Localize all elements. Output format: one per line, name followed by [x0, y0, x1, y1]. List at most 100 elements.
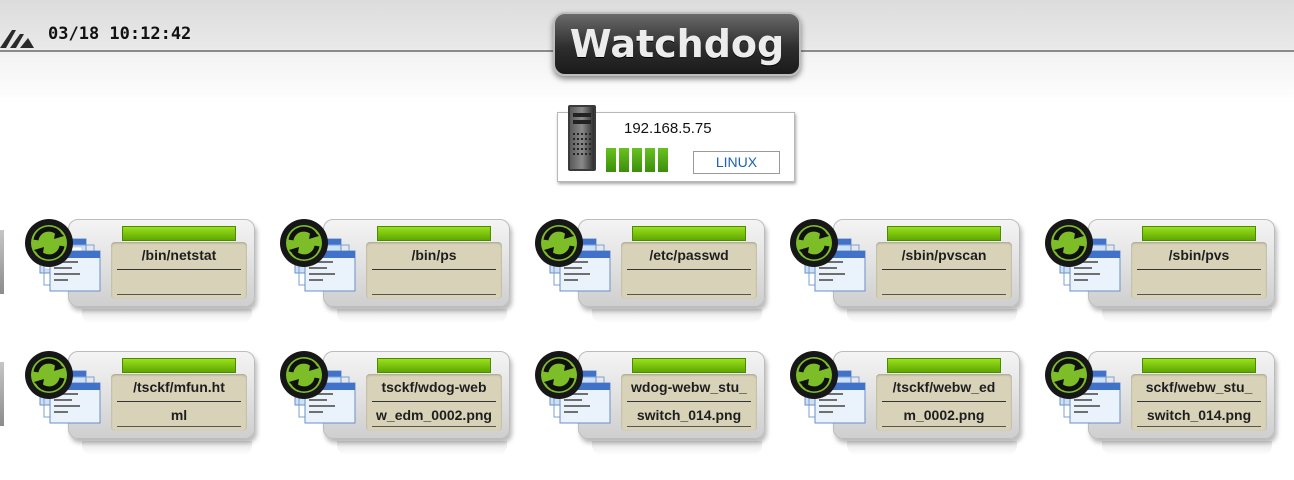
- card-shadow: [592, 309, 762, 323]
- label-divider: [117, 401, 241, 402]
- monitor-card[interactable]: /sbin/pvs: [1042, 217, 1278, 329]
- host-os-label: LINUX: [693, 151, 780, 174]
- label-underline: [627, 426, 751, 427]
- monitor-path-line1: /sbin/pvscan: [901, 247, 987, 263]
- corner-logo-icon: [0, 30, 34, 48]
- label-plate: /bin/netstat: [111, 242, 247, 299]
- card-shadow: [1102, 309, 1272, 323]
- signal-bar: [606, 148, 616, 172]
- row-edge-marker: [0, 230, 4, 294]
- label-plate: /tsckf/mfun.ht ml: [111, 374, 247, 431]
- label-plate: /sbin/pvs: [1131, 242, 1267, 299]
- monitor-path-line2: w_edm_0002.png: [376, 407, 492, 423]
- brand-logo: Watchdog: [553, 12, 801, 76]
- monitor-card[interactable]: /bin/ps: [277, 217, 513, 329]
- signal-bar: [632, 148, 642, 172]
- label-underline: [372, 426, 496, 427]
- card-shadow: [592, 441, 762, 455]
- status-bar: [632, 358, 746, 373]
- label-divider: [117, 269, 241, 270]
- signal-bar: [658, 148, 668, 172]
- status-bar: [122, 358, 236, 373]
- host-ip-address: 192.168.5.75: [624, 120, 712, 137]
- monitor-path-line1: sckf/webw_stu_: [1145, 379, 1253, 395]
- label-plate: tsckf/wdog-web w_edm_0002.png: [366, 374, 502, 431]
- card-shadow: [1102, 441, 1272, 455]
- label-underline: [882, 426, 1006, 427]
- refresh-window-icon: [1045, 351, 1121, 424]
- refresh-window-icon: [25, 351, 101, 424]
- host-signal-bars: [606, 148, 672, 172]
- refresh-window-icon: [280, 351, 356, 424]
- label-divider: [882, 269, 1006, 270]
- monitor-path-line2: ml: [170, 407, 188, 423]
- datetime-display: 03/18 10:12:42: [48, 24, 192, 44]
- monitor-path-line1: tsckf/wdog-web: [381, 379, 487, 395]
- label-plate: sckf/webw_stu_ switch_014.png: [1131, 374, 1267, 431]
- monitor-card[interactable]: /tsckf/webw_ed m_0002.png: [787, 349, 1023, 461]
- label-underline: [1137, 294, 1261, 295]
- monitor-card[interactable]: /bin/netstat: [22, 217, 258, 329]
- label-divider: [372, 269, 496, 270]
- status-bar: [377, 226, 491, 241]
- label-divider: [627, 401, 751, 402]
- label-underline: [882, 294, 1006, 295]
- row-edge-marker: [0, 362, 4, 426]
- card-shadow: [847, 441, 1017, 455]
- host-panel[interactable]: 192.168.5.75 LINUX: [557, 105, 795, 182]
- status-bar: [122, 226, 236, 241]
- monitor-path-line1: /sbin/pvs: [1168, 247, 1230, 263]
- label-underline: [372, 294, 496, 295]
- signal-bar: [619, 148, 629, 172]
- label-divider: [1137, 269, 1261, 270]
- refresh-window-icon: [1045, 219, 1121, 292]
- status-bar: [887, 358, 1001, 373]
- card-shadow: [82, 309, 252, 323]
- label-underline: [627, 294, 751, 295]
- card-shadow: [82, 441, 252, 455]
- monitor-path-line2: m_0002.png: [903, 407, 985, 423]
- label-plate: /tsckf/webw_ed m_0002.png: [876, 374, 1012, 431]
- monitor-path-line2: switch_014.png: [636, 407, 742, 423]
- server-icon: [568, 105, 596, 171]
- refresh-window-icon: [790, 219, 866, 292]
- monitor-card[interactable]: sckf/webw_stu_ switch_014.png: [1042, 349, 1278, 461]
- monitor-path-line1: wdog-webw_stu_: [631, 379, 747, 395]
- monitor-card[interactable]: tsckf/wdog-web w_edm_0002.png: [277, 349, 513, 461]
- monitor-card[interactable]: /tsckf/mfun.ht ml: [22, 349, 258, 461]
- card-shadow: [337, 309, 507, 323]
- status-bar: [1142, 226, 1256, 241]
- monitor-path-line1: /tsckf/mfun.ht: [133, 379, 225, 395]
- monitor-path-line1: /bin/netstat: [141, 247, 217, 263]
- label-divider: [882, 401, 1006, 402]
- card-shadow: [847, 309, 1017, 323]
- monitor-card[interactable]: /sbin/pvscan: [787, 217, 1023, 329]
- refresh-window-icon: [535, 219, 611, 292]
- label-underline: [1137, 426, 1261, 427]
- label-plate: /etc/passwd: [621, 242, 757, 299]
- label-plate: /sbin/pvscan: [876, 242, 1012, 299]
- refresh-window-icon: [25, 219, 101, 292]
- monitor-card[interactable]: /etc/passwd: [532, 217, 768, 329]
- monitor-card[interactable]: wdog-webw_stu_ switch_014.png: [532, 349, 768, 461]
- monitor-path-line1: /tsckf/webw_ed: [892, 379, 996, 395]
- label-underline: [117, 294, 241, 295]
- status-bar: [632, 226, 746, 241]
- status-bar: [1142, 358, 1256, 373]
- label-underline: [117, 426, 241, 427]
- label-plate: /bin/ps: [366, 242, 502, 299]
- monitor-path-line2: switch_014.png: [1146, 407, 1252, 423]
- brand-title: Watchdog: [569, 22, 785, 66]
- signal-bar: [645, 148, 655, 172]
- monitor-path-line1: /bin/ps: [411, 247, 457, 263]
- label-plate: wdog-webw_stu_ switch_014.png: [621, 374, 757, 431]
- label-divider: [627, 269, 751, 270]
- status-bar: [377, 358, 491, 373]
- label-divider: [1137, 401, 1261, 402]
- card-shadow: [337, 441, 507, 455]
- monitor-path-line1: /etc/passwd: [649, 247, 729, 263]
- label-divider: [372, 401, 496, 402]
- refresh-window-icon: [280, 219, 356, 292]
- refresh-window-icon: [790, 351, 866, 424]
- refresh-window-icon: [535, 351, 611, 424]
